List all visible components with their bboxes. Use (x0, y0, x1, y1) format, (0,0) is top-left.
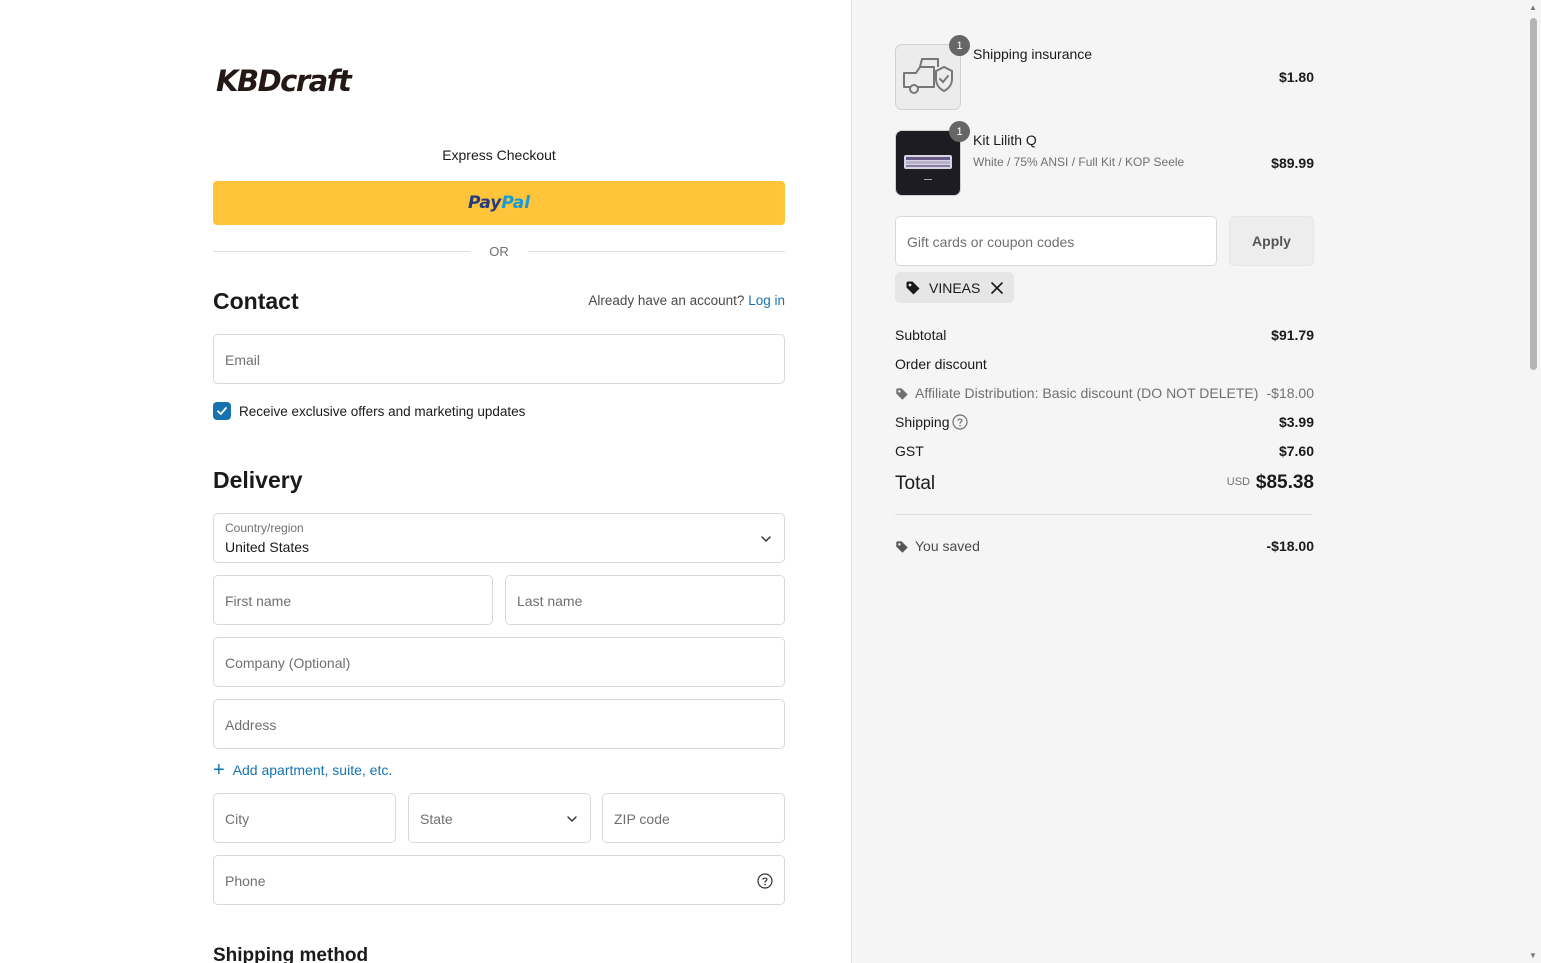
discount-detail-row: Affiliate Distribution: Basic discount (… (895, 385, 1314, 403)
state-placeholder: State (420, 811, 453, 827)
phone-placeholder: Phone (225, 873, 266, 889)
gst-row: GST $7.60 (895, 443, 1314, 461)
coupon-placeholder: Gift cards or coupon codes (907, 234, 1075, 250)
chevron-down-icon (567, 816, 577, 823)
zip-field[interactable]: ZIP code (602, 793, 785, 843)
tag-icon (896, 388, 908, 400)
store-logo[interactable]: KBDcraft (216, 64, 352, 98)
marketing-opt-in[interactable]: Receive exclusive offers and marketing u… (213, 402, 525, 420)
applied-discount-chip: VINEAS (895, 272, 1015, 303)
address-field[interactable]: Address (213, 699, 785, 749)
close-icon[interactable] (990, 281, 1004, 295)
checkout-form-panel: KBDcraft Express Checkout Pay Pal OR Cont… (0, 0, 851, 963)
truck-shield-icon: 1 (895, 35, 970, 110)
coupon-input[interactable]: Gift cards or coupon codes (895, 216, 1217, 266)
country-select[interactable]: Country/region United States (213, 513, 785, 563)
contact-title: Contact (213, 288, 299, 314)
keyboard-product-graphic (904, 155, 952, 180)
item-title: Shipping insurance (973, 46, 1093, 62)
country-label: Country/region (225, 521, 304, 535)
email-placeholder: Email (225, 352, 261, 368)
apply-button[interactable]: Apply (1229, 216, 1314, 266)
scroll-down-arrow-icon[interactable]: ▼ (1529, 951, 1537, 960)
order-discount-label: Order discount (895, 356, 987, 372)
delivery-title: Delivery (213, 467, 303, 493)
page-scrollbar[interactable]: ▲ ▼ (1526, 0, 1541, 963)
chevron-down-icon (761, 536, 771, 543)
shipping-value: $3.99 (1278, 414, 1314, 430)
item-variant: White / 75% ANSI / Full Kit / KOP Seele (973, 155, 1185, 169)
cart-item: 1 (895, 121, 970, 196)
account-prompt-text: Already have an account? (588, 293, 745, 308)
or-divider: OR (213, 241, 785, 261)
savings-row: You saved -$18.00 (895, 538, 1314, 556)
add-apartment-link[interactable]: + Add apartment, suite, etc. (213, 759, 393, 781)
paypal-logo-part2: Pal (501, 193, 531, 213)
email-field[interactable]: Email (213, 334, 785, 384)
order-discount-row: Order discount (895, 356, 1314, 374)
first-name-field[interactable]: First name (213, 575, 493, 625)
item-price: $89.99 (1271, 155, 1314, 171)
item-price: $1.80 (1278, 69, 1314, 85)
first-name-placeholder: First name (225, 593, 292, 609)
total-value: $85.38 (1255, 472, 1314, 493)
discount-value: -$18.00 (1266, 385, 1314, 401)
last-name-field[interactable]: Last name (505, 575, 785, 625)
paypal-logo-part1: Pay (467, 193, 502, 213)
summary-divider (895, 514, 1312, 515)
add-apartment-label: Add apartment, suite, etc. (232, 762, 393, 778)
marketing-label: Receive exclusive offers and marketing u… (239, 403, 526, 419)
city-field[interactable]: City (213, 793, 396, 843)
account-prompt: Already have an account? Log in (588, 293, 785, 308)
item-title: Kit Lilith Q (973, 132, 1037, 148)
keyboard-image: 1 (895, 121, 970, 196)
subtotal-label: Subtotal (895, 327, 947, 343)
quantity-badge: 1 (949, 35, 970, 56)
total-row: Total USD $85.38 (895, 472, 1314, 498)
saved-label: You saved (915, 538, 980, 554)
saved-value: -$18.00 (1266, 538, 1314, 554)
zip-placeholder: ZIP code (614, 811, 670, 827)
last-name-placeholder: Last name (517, 593, 583, 609)
state-select[interactable]: State (408, 793, 591, 843)
address-placeholder: Address (225, 717, 277, 733)
quantity-badge: 1 (949, 121, 970, 142)
login-link[interactable]: Log in (748, 293, 785, 308)
company-placeholder: Company (Optional) (225, 655, 351, 671)
company-field[interactable]: Company (Optional) (213, 637, 785, 687)
discount-name: Affiliate Distribution: Basic discount (… (915, 385, 1259, 401)
checkmark-icon (217, 407, 227, 415)
country-value: United States (225, 539, 310, 555)
truck-shield-graphic (903, 58, 953, 94)
plus-icon: + (213, 759, 225, 781)
express-checkout-label: Express Checkout (442, 147, 556, 163)
total-label: Total (895, 473, 936, 494)
marketing-checkbox[interactable] (213, 402, 231, 420)
discount-code: VINEAS (929, 279, 981, 296)
shipping-label: Shipping (895, 414, 950, 430)
cart-item: 1 (895, 35, 970, 110)
scrollbar-thumb[interactable] (1530, 18, 1537, 370)
question-circle-icon[interactable] (757, 873, 773, 889)
or-text: OR (489, 244, 509, 259)
paypal-button[interactable]: Pay Pal (213, 181, 785, 225)
question-circle-icon[interactable] (952, 414, 968, 430)
tag-icon (906, 281, 920, 294)
currency-code: USD (1226, 476, 1250, 488)
shipping-method-title: Shipping method (213, 945, 369, 963)
shipping-row: Shipping $3.99 (895, 414, 1314, 432)
subtotal-row: Subtotal $91.79 (895, 327, 1314, 345)
phone-field[interactable]: Phone (213, 855, 785, 905)
gst-value: $7.60 (1278, 443, 1314, 459)
city-placeholder: City (225, 811, 250, 827)
gst-label: GST (895, 443, 924, 459)
scroll-up-arrow-icon[interactable]: ▲ (1529, 3, 1537, 12)
subtotal-value: $91.79 (1271, 327, 1314, 343)
